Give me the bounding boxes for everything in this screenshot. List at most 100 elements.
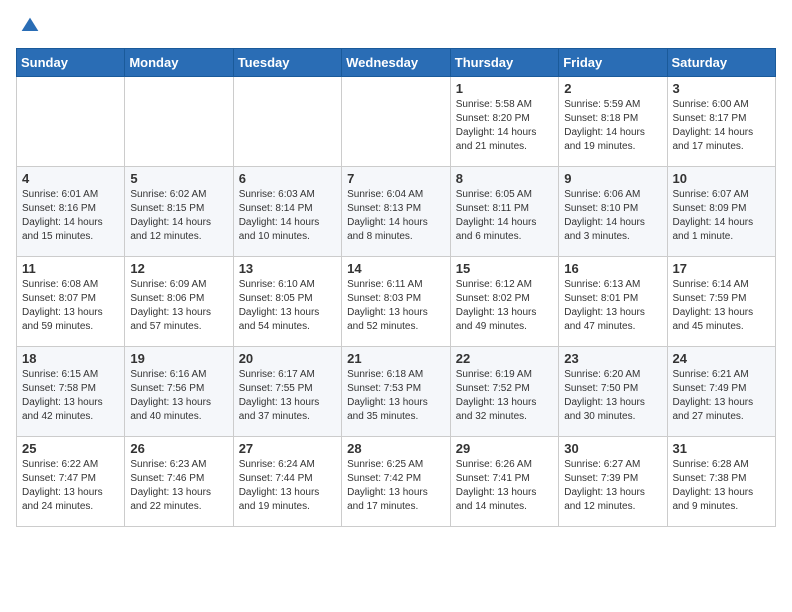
calendar-day-cell: 24Sunrise: 6:21 AM Sunset: 7:49 PM Dayli… [667, 347, 776, 437]
day-number: 29 [456, 441, 553, 456]
calendar-day-cell: 14 Sunrise: 6:11 AM Sunset: 8:03 PM Dayli… [342, 257, 451, 347]
calendar-day-cell: 29 Sunrise: 6:26 AM Sunset: 7:41 PM Dayli… [450, 437, 558, 527]
day-number: 20 [239, 351, 336, 366]
day-number: 24 [673, 351, 771, 366]
day-info: Sunrise: 6:14 AM Sunset: 7:59 PM Dayligh… [673, 278, 771, 334]
day-info: Sunrise: 6:19 AM Sunset: 7:52 PM Dayligh… [456, 368, 553, 424]
calendar-day-cell: 3 Sunrise: 6:00 AM Sunset: 8:17 PM Daylig… [667, 77, 776, 167]
calendar-day-cell: 22 Sunrise: 6:19 AM Sunset: 7:52 PM Dayli… [450, 347, 558, 437]
day-info: Sunrise: 6:27 AM Sunset: 7:39 PM Dayligh… [564, 458, 661, 514]
day-info: Sunrise: 6:20 AM Sunset: 7:50 PM Dayligh… [564, 368, 661, 424]
calendar-day-header: Friday [559, 49, 667, 77]
day-number: 27 [239, 441, 336, 456]
day-info: Sunrise: 6:18 AM Sunset: 7:53 PM Dayligh… [347, 368, 445, 424]
day-number: 28 [347, 441, 445, 456]
logo-icon [20, 16, 40, 36]
calendar-day-cell [17, 77, 125, 167]
day-number: 25 [22, 441, 119, 456]
day-number: 22 [456, 351, 553, 366]
logo [16, 16, 40, 36]
day-number: 26 [130, 441, 227, 456]
day-number: 13 [239, 261, 336, 276]
day-info: Sunrise: 6:11 AM Sunset: 8:03 PM Dayligh… [347, 278, 445, 334]
day-info: Sunrise: 6:03 AM Sunset: 8:14 PM Dayligh… [239, 188, 336, 244]
day-number: 3 [673, 81, 771, 96]
calendar-day-cell: 11 Sunrise: 6:08 AM Sunset: 8:07 PM Dayli… [17, 257, 125, 347]
day-info: Sunrise: 6:04 AM Sunset: 8:13 PM Dayligh… [347, 188, 445, 244]
calendar-day-header: Tuesday [233, 49, 341, 77]
day-number: 31 [673, 441, 771, 456]
calendar-day-cell: 28Sunrise: 6:25 AM Sunset: 7:42 PM Dayli… [342, 437, 451, 527]
day-number: 9 [564, 171, 661, 186]
calendar-week-row: 18Sunrise: 6:15 AM Sunset: 7:58 PM Dayli… [17, 347, 776, 437]
calendar-day-header: Sunday [17, 49, 125, 77]
calendar-day-cell [125, 77, 233, 167]
calendar-table: SundayMondayTuesdayWednesdayThursdayFrid… [16, 48, 776, 527]
calendar-day-cell: 16Sunrise: 6:13 AM Sunset: 8:01 PM Dayli… [559, 257, 667, 347]
calendar-day-cell: 25 Sunrise: 6:22 AM Sunset: 7:47 PM Dayli… [17, 437, 125, 527]
day-info: Sunrise: 6:10 AM Sunset: 8:05 PM Dayligh… [239, 278, 336, 334]
calendar-day-cell: 10 Sunrise: 6:07 AM Sunset: 8:09 PM Dayli… [667, 167, 776, 257]
day-info: Sunrise: 6:02 AM Sunset: 8:15 PM Dayligh… [130, 188, 227, 244]
calendar-day-cell: 19 Sunrise: 6:16 AM Sunset: 7:56 PM Dayli… [125, 347, 233, 437]
calendar-day-cell: 15 Sunrise: 6:12 AM Sunset: 8:02 PM Dayli… [450, 257, 558, 347]
day-number: 4 [22, 171, 119, 186]
day-number: 6 [239, 171, 336, 186]
calendar-day-cell: 1 Sunrise: 5:58 AM Sunset: 8:20 PM Daylig… [450, 77, 558, 167]
calendar-header-row: SundayMondayTuesdayWednesdayThursdayFrid… [17, 49, 776, 77]
calendar-day-cell: 8 Sunrise: 6:05 AM Sunset: 8:11 PM Daylig… [450, 167, 558, 257]
calendar-day-cell: 27 Sunrise: 6:24 AM Sunset: 7:44 PM Dayli… [233, 437, 341, 527]
day-number: 7 [347, 171, 445, 186]
day-number: 5 [130, 171, 227, 186]
day-info: Sunrise: 6:24 AM Sunset: 7:44 PM Dayligh… [239, 458, 336, 514]
day-number: 15 [456, 261, 553, 276]
calendar-day-header: Wednesday [342, 49, 451, 77]
calendar-day-header: Thursday [450, 49, 558, 77]
calendar-day-cell: 18Sunrise: 6:15 AM Sunset: 7:58 PM Dayli… [17, 347, 125, 437]
calendar-day-cell: 31 Sunrise: 6:28 AM Sunset: 7:38 PM Dayli… [667, 437, 776, 527]
day-info: Sunrise: 5:58 AM Sunset: 8:20 PM Dayligh… [456, 98, 553, 154]
day-info: Sunrise: 6:13 AM Sunset: 8:01 PM Dayligh… [564, 278, 661, 334]
calendar-day-header: Saturday [667, 49, 776, 77]
day-number: 1 [456, 81, 553, 96]
calendar-day-cell: 13 Sunrise: 6:10 AM Sunset: 8:05 PM Dayli… [233, 257, 341, 347]
day-number: 8 [456, 171, 553, 186]
day-number: 11 [22, 261, 119, 276]
calendar-day-cell: 26 Sunrise: 6:23 AM Sunset: 7:46 PM Dayli… [125, 437, 233, 527]
calendar-day-cell [342, 77, 451, 167]
calendar-week-row: 1 Sunrise: 5:58 AM Sunset: 8:20 PM Daylig… [17, 77, 776, 167]
day-info: Sunrise: 6:01 AM Sunset: 8:16 PM Dayligh… [22, 188, 119, 244]
day-info: Sunrise: 6:05 AM Sunset: 8:11 PM Dayligh… [456, 188, 553, 244]
day-number: 14 [347, 261, 445, 276]
calendar-day-cell: 12Sunrise: 6:09 AM Sunset: 8:06 PM Dayli… [125, 257, 233, 347]
calendar-day-cell [233, 77, 341, 167]
calendar-day-cell: 2 Sunrise: 5:59 AM Sunset: 8:18 PM Daylig… [559, 77, 667, 167]
calendar-day-cell: 4 Sunrise: 6:01 AM Sunset: 8:16 PM Daylig… [17, 167, 125, 257]
day-number: 18 [22, 351, 119, 366]
day-info: Sunrise: 6:12 AM Sunset: 8:02 PM Dayligh… [456, 278, 553, 334]
day-info: Sunrise: 6:26 AM Sunset: 7:41 PM Dayligh… [456, 458, 553, 514]
calendar-day-cell: 20Sunrise: 6:17 AM Sunset: 7:55 PM Dayli… [233, 347, 341, 437]
day-number: 12 [130, 261, 227, 276]
day-number: 23 [564, 351, 661, 366]
day-number: 17 [673, 261, 771, 276]
day-number: 10 [673, 171, 771, 186]
day-info: Sunrise: 6:28 AM Sunset: 7:38 PM Dayligh… [673, 458, 771, 514]
day-info: Sunrise: 6:16 AM Sunset: 7:56 PM Dayligh… [130, 368, 227, 424]
day-info: Sunrise: 6:08 AM Sunset: 8:07 PM Dayligh… [22, 278, 119, 334]
day-info: Sunrise: 5:59 AM Sunset: 8:18 PM Dayligh… [564, 98, 661, 154]
day-info: Sunrise: 6:23 AM Sunset: 7:46 PM Dayligh… [130, 458, 227, 514]
calendar-week-row: 25 Sunrise: 6:22 AM Sunset: 7:47 PM Dayli… [17, 437, 776, 527]
calendar-day-cell: 17 Sunrise: 6:14 AM Sunset: 7:59 PM Dayli… [667, 257, 776, 347]
calendar-day-cell: 9Sunrise: 6:06 AM Sunset: 8:10 PM Daylig… [559, 167, 667, 257]
calendar-day-cell: 21Sunrise: 6:18 AM Sunset: 7:53 PM Dayli… [342, 347, 451, 437]
day-info: Sunrise: 6:22 AM Sunset: 7:47 PM Dayligh… [22, 458, 119, 514]
day-number: 19 [130, 351, 227, 366]
calendar-day-header: Monday [125, 49, 233, 77]
day-number: 2 [564, 81, 661, 96]
calendar-day-cell: 23 Sunrise: 6:20 AM Sunset: 7:50 PM Dayli… [559, 347, 667, 437]
calendar-day-cell: 5 Sunrise: 6:02 AM Sunset: 8:15 PM Daylig… [125, 167, 233, 257]
calendar-day-cell: 30Sunrise: 6:27 AM Sunset: 7:39 PM Dayli… [559, 437, 667, 527]
day-info: Sunrise: 6:07 AM Sunset: 8:09 PM Dayligh… [673, 188, 771, 244]
day-info: Sunrise: 6:00 AM Sunset: 8:17 PM Dayligh… [673, 98, 771, 154]
